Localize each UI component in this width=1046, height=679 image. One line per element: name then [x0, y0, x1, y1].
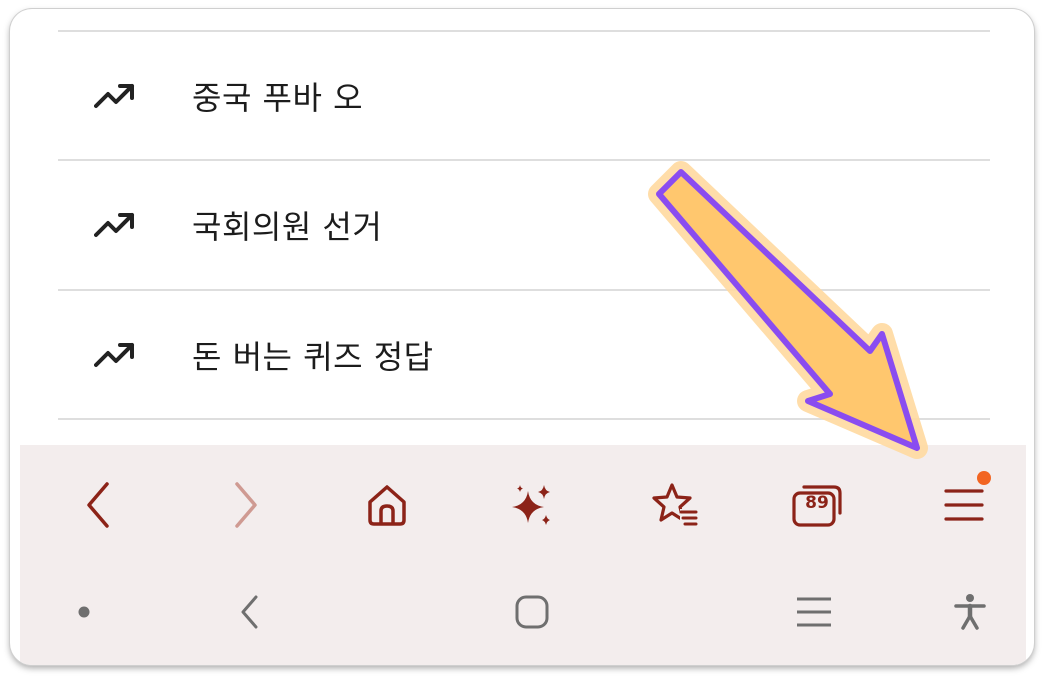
hamburger-icon — [944, 489, 984, 521]
rounded-square-icon — [515, 595, 549, 629]
chevron-right-icon — [235, 482, 257, 528]
system-recents-button[interactable] — [784, 585, 844, 639]
dot-icon — [78, 606, 90, 618]
trending-item-label: 돈 버는 퀴즈 정답 — [192, 338, 434, 376]
trending-item-1[interactable]: 중국 푸바 오 — [58, 32, 990, 160]
home-icon — [368, 485, 406, 526]
ai-sparkles-button[interactable] — [500, 473, 564, 537]
tab-count: 89 — [805, 493, 829, 513]
accessibility-icon — [954, 594, 986, 630]
tabs-button[interactable]: 89 — [785, 473, 849, 537]
system-home-button[interactable] — [502, 585, 562, 639]
three-lines-icon — [797, 597, 831, 627]
trending-item-2[interactable]: 국회의원 선거 — [58, 161, 990, 289]
system-indicator-dot — [54, 585, 114, 639]
trending-up-icon — [94, 84, 134, 108]
trending-up-icon — [94, 213, 134, 237]
list-divider — [58, 418, 990, 420]
browser-bottom-toolbar: 89 — [20, 445, 1026, 665]
chevron-left-icon — [241, 595, 258, 629]
home-button[interactable] — [355, 473, 419, 537]
star-list-icon — [652, 483, 698, 526]
trending-item-label: 중국 푸바 오 — [192, 79, 364, 117]
system-accessibility-button[interactable] — [940, 585, 1000, 639]
chevron-left-icon — [87, 482, 109, 528]
sparkles-icon — [512, 485, 550, 525]
phone-screen-frame: 중국 푸바 오 국회의원 선거 돈 버는 퀴즈 정답 89 — [10, 9, 1034, 665]
trending-item-3[interactable]: 돈 버는 퀴즈 정답 — [58, 291, 990, 419]
notification-dot — [977, 471, 991, 485]
forward-button[interactable] — [214, 473, 278, 537]
trending-item-label: 국회의원 선거 — [192, 208, 383, 246]
bookmarks-button[interactable] — [643, 473, 707, 537]
trending-up-icon — [94, 343, 134, 367]
system-back-button[interactable] — [220, 585, 280, 639]
back-button[interactable] — [66, 473, 130, 537]
